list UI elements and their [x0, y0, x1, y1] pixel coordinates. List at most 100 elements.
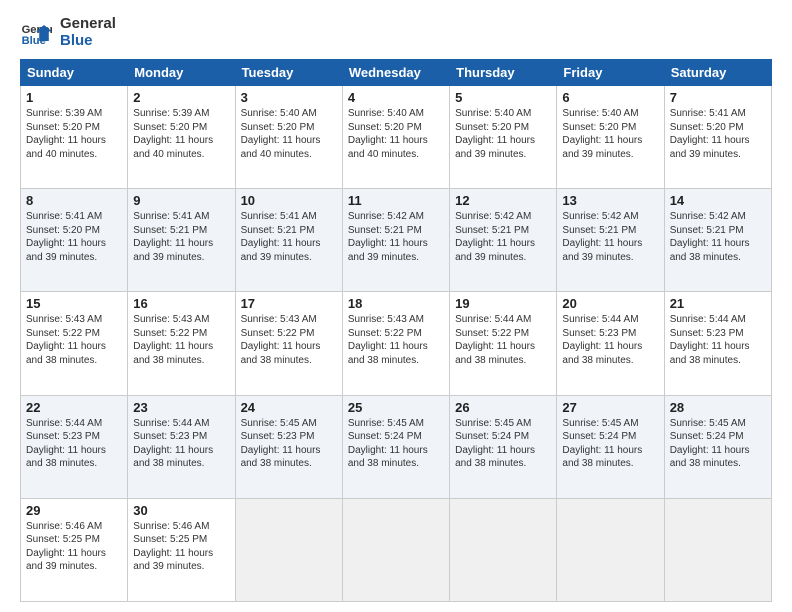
calendar-cell: 12 Sunrise: 5:42 AM Sunset: 5:21 PM Dayli…	[450, 189, 557, 292]
calendar-week-3: 15 Sunrise: 5:43 AM Sunset: 5:22 PM Dayli…	[21, 292, 772, 395]
cell-info: Sunrise: 5:44 AM Sunset: 5:23 PM Dayligh…	[562, 313, 658, 367]
calendar-cell	[235, 498, 342, 601]
cell-info: Sunrise: 5:43 AM Sunset: 5:22 PM Dayligh…	[26, 313, 122, 367]
calendar-cell: 13 Sunrise: 5:42 AM Sunset: 5:21 PM Dayli…	[557, 189, 664, 292]
cell-info: Sunrise: 5:42 AM Sunset: 5:21 PM Dayligh…	[455, 210, 551, 264]
col-header-sunday: Sunday	[21, 60, 128, 86]
day-number: 26	[455, 400, 551, 415]
col-header-tuesday: Tuesday	[235, 60, 342, 86]
day-number: 8	[26, 193, 122, 208]
calendar-cell: 3 Sunrise: 5:40 AM Sunset: 5:20 PM Daylig…	[235, 86, 342, 189]
calendar-cell: 5Sunrise: 5:40 AM Sunset: 5:20 PM Daylig…	[450, 86, 557, 189]
day-number: 27	[562, 400, 658, 415]
day-number: 9	[133, 193, 229, 208]
calendar-cell: 25 Sunrise: 5:45 AM Sunset: 5:24 PM Dayli…	[342, 395, 449, 498]
cell-info: Sunrise: 5:43 AM Sunset: 5:22 PM Dayligh…	[348, 313, 444, 367]
day-number: 15	[26, 296, 122, 311]
calendar-cell: 2 Sunrise: 5:39 AM Sunset: 5:20 PM Daylig…	[128, 86, 235, 189]
cell-info: Sunrise: 5:44 AM Sunset: 5:23 PM Dayligh…	[26, 417, 122, 471]
calendar-cell: 17Sunrise: 5:43 AM Sunset: 5:22 PM Dayli…	[235, 292, 342, 395]
day-number: 24	[241, 400, 337, 415]
day-number: 14	[670, 193, 766, 208]
calendar-cell: 23Sunrise: 5:44 AM Sunset: 5:23 PM Dayli…	[128, 395, 235, 498]
calendar-cell: 26Sunrise: 5:45 AM Sunset: 5:24 PM Dayli…	[450, 395, 557, 498]
cell-info: Sunrise: 5:45 AM Sunset: 5:24 PM Dayligh…	[670, 417, 766, 471]
col-header-saturday: Saturday	[664, 60, 771, 86]
calendar-cell	[557, 498, 664, 601]
calendar-cell: 14 Sunrise: 5:42 AM Sunset: 5:21 PM Dayli…	[664, 189, 771, 292]
day-number: 22	[26, 400, 122, 415]
logo-blue: Blue	[60, 33, 116, 50]
day-number: 6	[562, 90, 658, 105]
calendar-cell: 29Sunrise: 5:46 AM Sunset: 5:25 PM Dayli…	[21, 498, 128, 601]
calendar-cell: 21 Sunrise: 5:44 AM Sunset: 5:23 PM Dayli…	[664, 292, 771, 395]
calendar-cell: 19Sunrise: 5:44 AM Sunset: 5:22 PM Dayli…	[450, 292, 557, 395]
day-number: 21	[670, 296, 766, 311]
cell-info: Sunrise: 5:44 AM Sunset: 5:22 PM Dayligh…	[455, 313, 551, 367]
cell-info: Sunrise: 5:41 AM Sunset: 5:20 PM Dayligh…	[26, 210, 122, 264]
cell-info: Sunrise: 5:39 AM Sunset: 5:20 PM Dayligh…	[133, 107, 229, 161]
cell-info: Sunrise: 5:45 AM Sunset: 5:24 PM Dayligh…	[562, 417, 658, 471]
cell-info: Sunrise: 5:46 AM Sunset: 5:25 PM Dayligh…	[133, 520, 229, 574]
calendar-cell: 4 Sunrise: 5:40 AM Sunset: 5:20 PM Daylig…	[342, 86, 449, 189]
cell-info: Sunrise: 5:43 AM Sunset: 5:22 PM Dayligh…	[133, 313, 229, 367]
day-number: 4	[348, 90, 444, 105]
day-number: 25	[348, 400, 444, 415]
col-header-thursday: Thursday	[450, 60, 557, 86]
cell-info: Sunrise: 5:44 AM Sunset: 5:23 PM Dayligh…	[670, 313, 766, 367]
calendar-table: SundayMondayTuesdayWednesdayThursdayFrid…	[20, 59, 772, 602]
day-number: 13	[562, 193, 658, 208]
calendar-cell	[664, 498, 771, 601]
day-number: 17	[241, 296, 337, 311]
calendar-week-2: 8 Sunrise: 5:41 AM Sunset: 5:20 PM Daylig…	[21, 189, 772, 292]
day-number: 23	[133, 400, 229, 415]
calendar-cell: 15 Sunrise: 5:43 AM Sunset: 5:22 PM Dayli…	[21, 292, 128, 395]
calendar-cell: 24 Sunrise: 5:45 AM Sunset: 5:23 PM Dayli…	[235, 395, 342, 498]
page: General Blue General Blue SundayMondayTu…	[0, 0, 792, 612]
calendar-week-5: 29 Sunrise: 5:46 AM Sunset: 5:25 PM Dayli…	[21, 498, 772, 601]
calendar-cell: 8 Sunrise: 5:41 AM Sunset: 5:20 PM Daylig…	[21, 189, 128, 292]
calendar-week-1: 1 Sunrise: 5:39 AM Sunset: 5:20 PM Daylig…	[21, 86, 772, 189]
cell-info: Sunrise: 5:40 AM Sunset: 5:20 PM Dayligh…	[455, 107, 551, 161]
calendar-cell	[342, 498, 449, 601]
calendar-cell: 20 Sunrise: 5:44 AM Sunset: 5:23 PM Dayli…	[557, 292, 664, 395]
calendar-cell: 10 Sunrise: 5:41 AM Sunset: 5:21 PM Dayli…	[235, 189, 342, 292]
day-number: 29	[26, 503, 122, 518]
calendar-cell: 22 Sunrise: 5:44 AM Sunset: 5:23 PM Dayli…	[21, 395, 128, 498]
col-header-friday: Friday	[557, 60, 664, 86]
cell-info: Sunrise: 5:40 AM Sunset: 5:20 PM Dayligh…	[241, 107, 337, 161]
calendar-cell: 7Sunrise: 5:41 AM Sunset: 5:20 PM Daylig…	[664, 86, 771, 189]
cell-info: Sunrise: 5:45 AM Sunset: 5:24 PM Dayligh…	[348, 417, 444, 471]
day-number: 1	[26, 90, 122, 105]
cell-info: Sunrise: 5:39 AM Sunset: 5:20 PM Dayligh…	[26, 107, 122, 161]
day-number: 11	[348, 193, 444, 208]
calendar-week-4: 22 Sunrise: 5:44 AM Sunset: 5:23 PM Dayli…	[21, 395, 772, 498]
calendar-cell: 9 Sunrise: 5:41 AM Sunset: 5:21 PM Daylig…	[128, 189, 235, 292]
logo-general: General	[60, 16, 116, 33]
col-header-wednesday: Wednesday	[342, 60, 449, 86]
cell-info: Sunrise: 5:42 AM Sunset: 5:21 PM Dayligh…	[670, 210, 766, 264]
day-number: 2	[133, 90, 229, 105]
calendar-cell: 27 Sunrise: 5:45 AM Sunset: 5:24 PM Dayli…	[557, 395, 664, 498]
logo-icon: General Blue	[20, 17, 52, 49]
day-number: 12	[455, 193, 551, 208]
calendar-cell: 1 Sunrise: 5:39 AM Sunset: 5:20 PM Daylig…	[21, 86, 128, 189]
day-number: 20	[562, 296, 658, 311]
cell-info: Sunrise: 5:42 AM Sunset: 5:21 PM Dayligh…	[348, 210, 444, 264]
day-number: 3	[241, 90, 337, 105]
cell-info: Sunrise: 5:41 AM Sunset: 5:21 PM Dayligh…	[133, 210, 229, 264]
logo: General Blue General Blue	[20, 16, 116, 49]
cell-info: Sunrise: 5:41 AM Sunset: 5:21 PM Dayligh…	[241, 210, 337, 264]
calendar-cell: 30 Sunrise: 5:46 AM Sunset: 5:25 PM Dayli…	[128, 498, 235, 601]
calendar-cell: 11 Sunrise: 5:42 AM Sunset: 5:21 PM Dayli…	[342, 189, 449, 292]
calendar-cell: 6Sunrise: 5:40 AM Sunset: 5:20 PM Daylig…	[557, 86, 664, 189]
cell-info: Sunrise: 5:41 AM Sunset: 5:20 PM Dayligh…	[670, 107, 766, 161]
day-number: 18	[348, 296, 444, 311]
cell-info: Sunrise: 5:45 AM Sunset: 5:23 PM Dayligh…	[241, 417, 337, 471]
day-number: 30	[133, 503, 229, 518]
day-number: 10	[241, 193, 337, 208]
calendar-cell: 16Sunrise: 5:43 AM Sunset: 5:22 PM Dayli…	[128, 292, 235, 395]
cell-info: Sunrise: 5:42 AM Sunset: 5:21 PM Dayligh…	[562, 210, 658, 264]
cell-info: Sunrise: 5:40 AM Sunset: 5:20 PM Dayligh…	[348, 107, 444, 161]
col-header-monday: Monday	[128, 60, 235, 86]
